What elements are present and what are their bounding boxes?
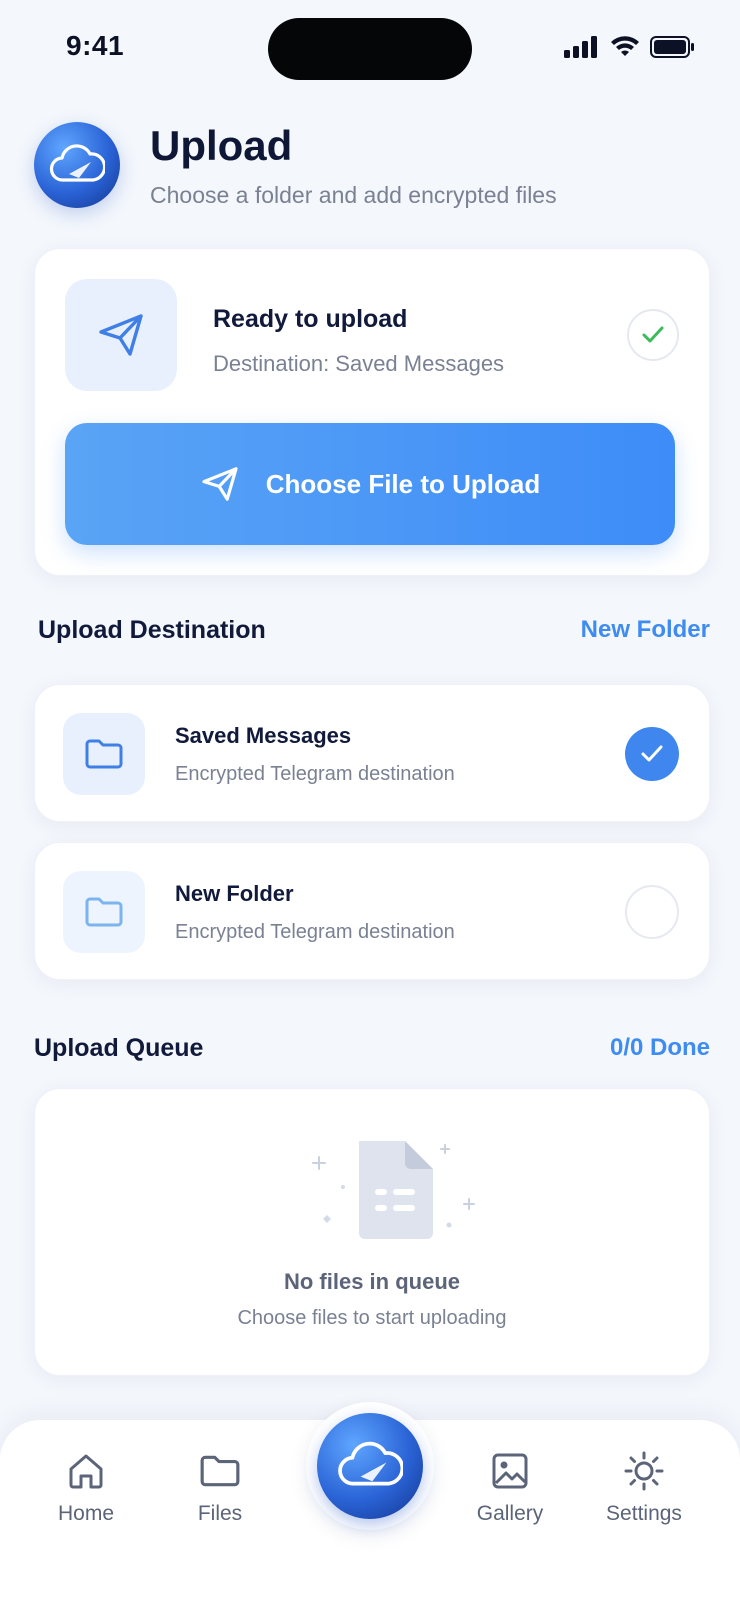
tab-files[interactable]: Files [160,1446,280,1526]
cloud-upload-icon [49,144,105,182]
destination-item-saved-messages[interactable]: Saved Messages Encrypted Telegram destin… [34,684,710,822]
destination-section-title: Upload Destination [38,616,266,644]
destination-description: Encrypted Telegram destination [175,921,455,943]
tab-label: Settings [606,1502,682,1525]
status-bar: 9:41 [0,0,740,100]
status-icons [564,36,696,58]
folder-icon-box [63,871,145,953]
cloud-upload-icon [338,1441,403,1486]
folder-icon [85,739,123,769]
destination-item-new-folder[interactable]: New Folder Encrypted Telegram destinatio… [34,842,710,980]
folder-icon [200,1455,240,1487]
send-icon [202,467,238,501]
queue-section-header: Upload Queue 0/0 Done [34,1030,710,1070]
ready-icon-box [65,279,177,391]
folder-icon-box [63,713,145,795]
tab-settings[interactable]: Settings [584,1446,704,1526]
dynamic-island [268,18,472,80]
queue-empty-card: No files in queue Choose files to start … [34,1088,710,1376]
check-icon [641,745,663,762]
tab-label: Gallery [476,1502,544,1525]
center-upload-button[interactable] [317,1413,423,1519]
tab-label: Home [57,1502,115,1525]
destination-radio-selected[interactable] [625,727,679,781]
page-header: Upload Choose a folder and add encrypted… [34,120,714,220]
page-subtitle: Choose a folder and add encrypted files [150,182,557,208]
tab-home[interactable]: Home [26,1446,146,1526]
ready-title: Ready to upload [213,305,408,333]
empty-file-illustration-icon [312,1141,475,1239]
app-logo [34,122,120,208]
destination-section-header: Upload Destination New Folder [38,612,710,652]
status-time: 9:41 [66,30,125,61]
gear-icon [624,1451,664,1491]
folder-icon [85,897,123,927]
destination-name: Saved Messages [175,723,352,748]
page-title: Upload [150,122,293,169]
queue-empty-title: No files in queue [283,1269,461,1294]
queue-empty-subtitle: Choose files to start uploading [237,1307,507,1329]
center-upload-button-wrap [306,1402,434,1530]
tab-gallery[interactable]: Gallery [450,1446,570,1526]
destination-description: Encrypted Telegram destination [175,763,455,785]
choose-file-button-label: Choose File to Upload [265,468,541,499]
ready-card: Ready to upload Destination: Saved Messa… [34,248,710,576]
queue-status: 0/0 Done [609,1034,710,1061]
choose-file-button[interactable]: Choose File to Upload [65,423,675,545]
wifi-icon [611,36,639,56]
new-folder-link[interactable]: New Folder [581,616,710,644]
image-icon [492,1453,528,1489]
check-icon [642,326,664,343]
send-icon [99,314,143,356]
ready-status-check [627,309,679,361]
home-icon [69,1454,103,1489]
battery-icon [650,36,694,58]
ready-destination: Destination: Saved Messages [213,351,505,376]
queue-section-title: Upload Queue [34,1034,204,1062]
destination-name: New Folder [175,881,294,906]
tab-label: Files [197,1502,243,1525]
destination-radio-unselected[interactable] [625,885,679,939]
signal-icon [564,36,597,58]
